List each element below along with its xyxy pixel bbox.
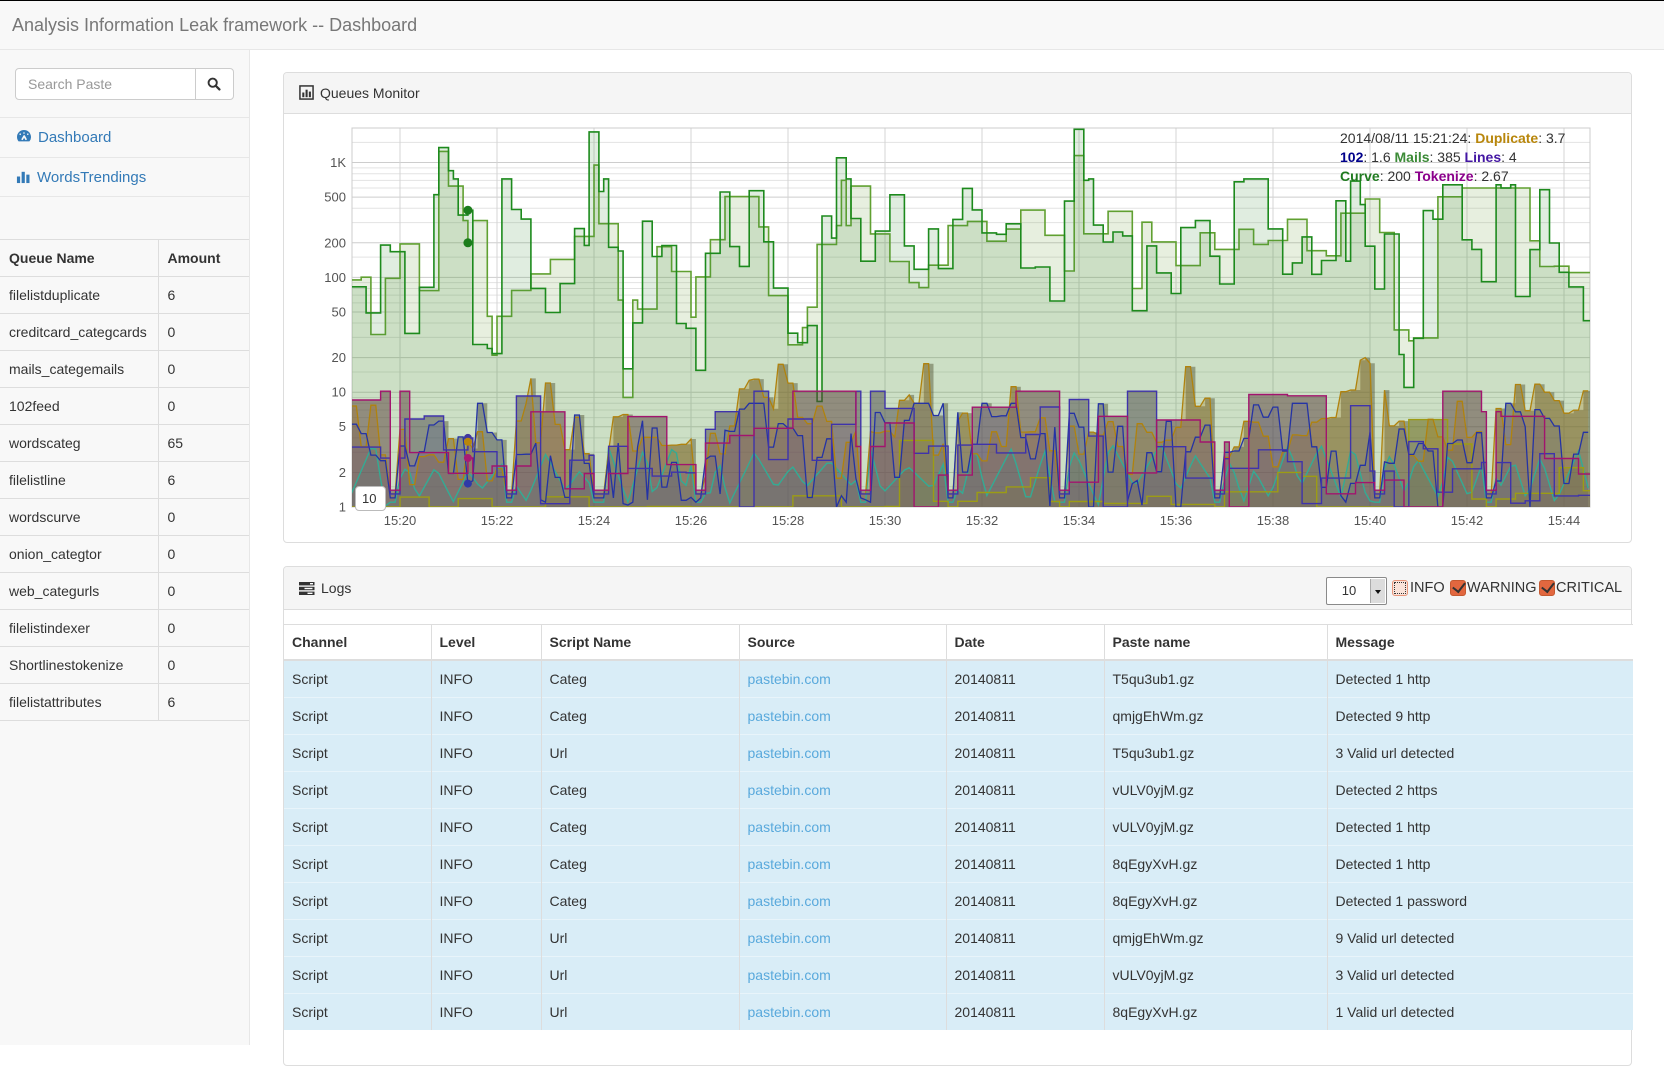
svg-text:2: 2: [339, 465, 346, 480]
svg-text:1: 1: [339, 500, 346, 515]
svg-text:100: 100: [324, 270, 346, 285]
svg-text:15:36: 15:36: [1160, 513, 1193, 528]
svg-text:500: 500: [324, 190, 346, 205]
svg-text:15:34: 15:34: [1063, 513, 1096, 528]
svg-text:15:32: 15:32: [966, 513, 999, 528]
svg-text:50: 50: [332, 304, 346, 319]
svg-text:5: 5: [339, 419, 346, 434]
svg-text:15:24: 15:24: [578, 513, 611, 528]
svg-text:15:22: 15:22: [481, 513, 514, 528]
svg-text:20: 20: [332, 350, 346, 365]
svg-text:15:20: 15:20: [384, 513, 417, 528]
svg-text:1K: 1K: [330, 155, 346, 170]
svg-text:15:26: 15:26: [675, 513, 708, 528]
svg-text:15:42: 15:42: [1451, 513, 1484, 528]
svg-text:15:44: 15:44: [1548, 513, 1581, 528]
svg-text:15:40: 15:40: [1354, 513, 1387, 528]
svg-text:15:28: 15:28: [772, 513, 805, 528]
svg-text:15:30: 15:30: [869, 513, 902, 528]
svg-text:15:38: 15:38: [1257, 513, 1290, 528]
svg-text:10: 10: [332, 385, 346, 400]
svg-text:200: 200: [324, 235, 346, 250]
